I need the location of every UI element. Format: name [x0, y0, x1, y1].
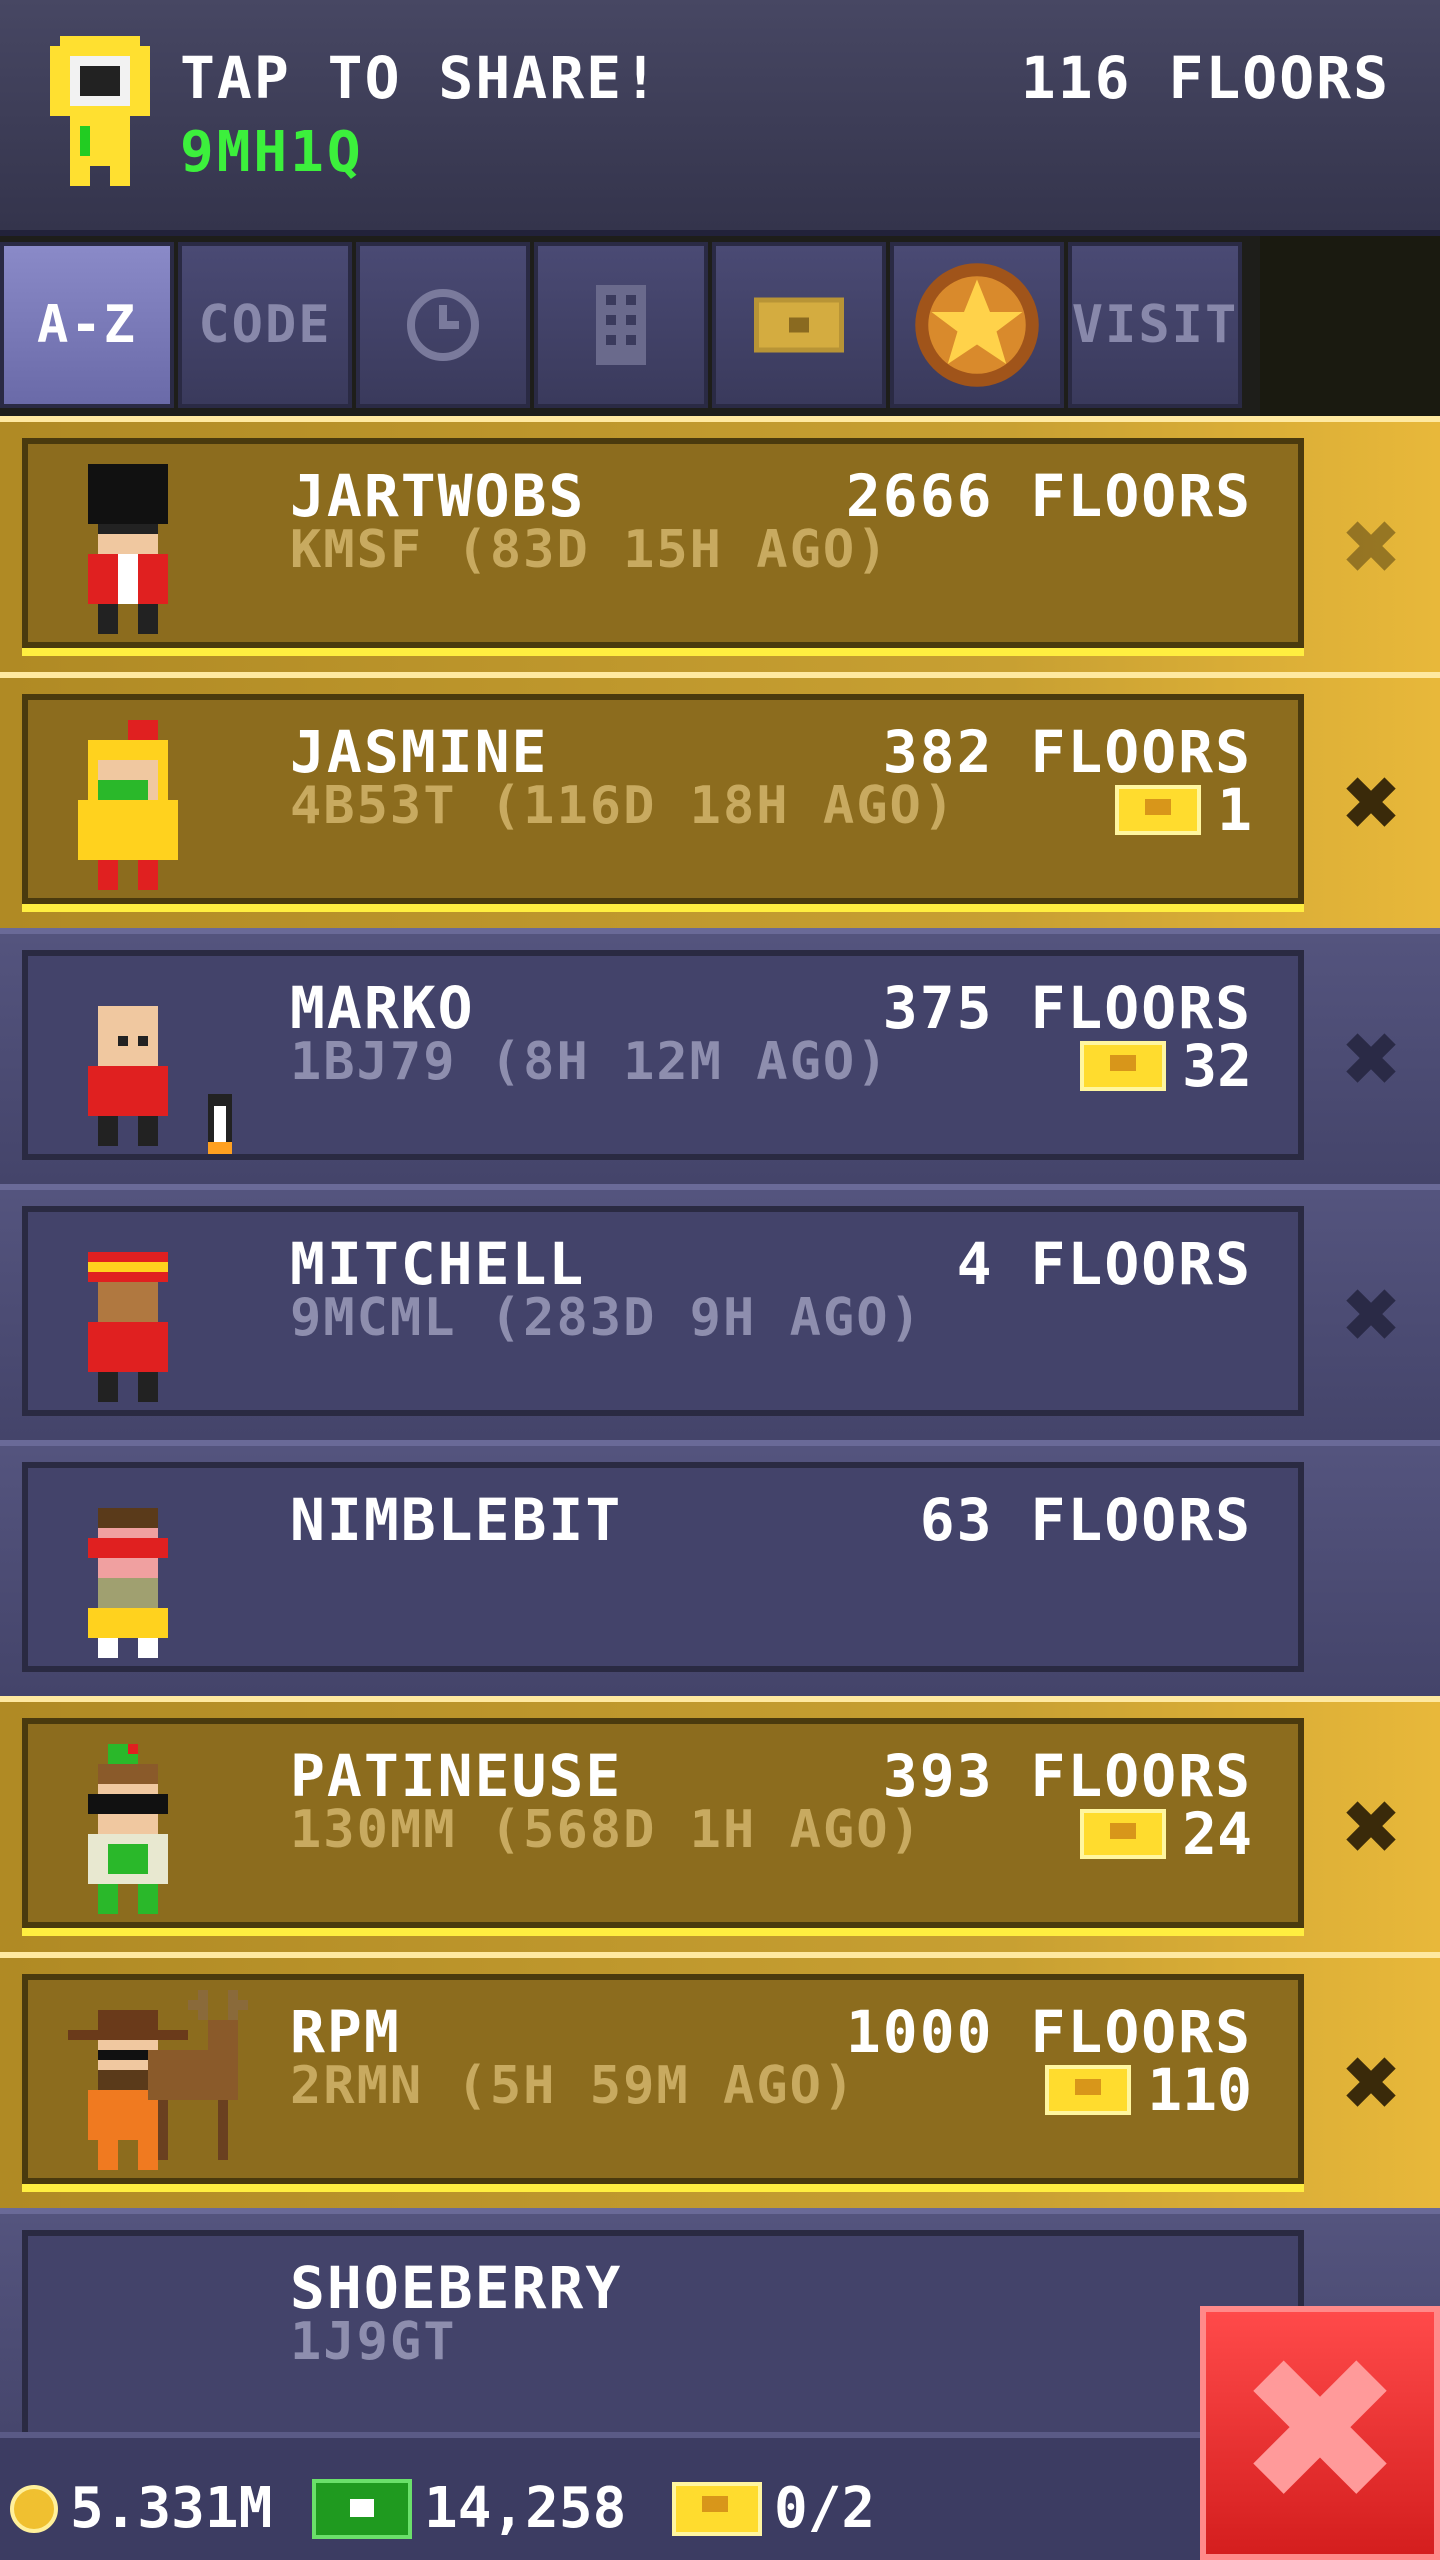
player-avatar-icon — [50, 36, 150, 186]
friend-card[interactable]: PATINEUSE 393 FLOORS 130MM (568D 1H AGO)… — [22, 1718, 1304, 1928]
bux-display: 14,258 — [312, 2476, 626, 2541]
tab-visit[interactable]: VISIT — [1068, 242, 1242, 408]
friend-tickets: 1 — [1115, 776, 1252, 844]
tab-bar-empty-area — [1260, 236, 1440, 416]
ticket-icon — [672, 2481, 762, 2536]
tab-visit-label: VISIT — [1071, 295, 1239, 355]
glasses-avatar-icon — [88, 1508, 168, 1658]
friend-card[interactable]: NIMBLEBIT 63 FLOORS — [22, 1462, 1304, 1672]
remove-friend-button[interactable]: ✖ — [1340, 511, 1402, 585]
tickets-display: 0/2 — [672, 2476, 875, 2541]
friend-row[interactable]: MARKO 375 FLOORS 1BJ79 (8H 12M AGO) 32 ✖ — [0, 928, 1440, 1184]
remove-friend-button[interactable]: ✖ — [1340, 2047, 1402, 2121]
friend-card[interactable]: RPM 1000 FLOORS 2RMN (5H 59M AGO) 110 — [22, 1974, 1304, 2184]
friend-tickets: 32 — [1080, 1032, 1252, 1100]
building-icon — [596, 285, 646, 365]
friend-floors: 4 FLOORS — [956, 1230, 1252, 1298]
clock-icon — [407, 289, 479, 361]
tab-a-z-label: A-Z — [37, 295, 137, 355]
friend-card[interactable]: JARTWOBS 2666 FLOORS KMSF (83D 15H AGO) — [22, 438, 1304, 648]
bux-icon — [312, 2478, 412, 2539]
friend-floors: 63 FLOORS — [919, 1486, 1252, 1554]
coin-icon — [10, 2484, 58, 2533]
friend-row[interactable]: JASMINE 382 FLOORS 4B53T (116D 18H AGO) … — [0, 672, 1440, 928]
friend-row[interactable]: RPM 1000 FLOORS 2RMN (5H 59M AGO) 110 ✖ — [0, 1952, 1440, 2208]
friend-floors: 2666 FLOORS — [845, 462, 1252, 530]
ticket-count: 110 — [1147, 2056, 1252, 2124]
friend-card[interactable]: MARKO 375 FLOORS 1BJ79 (8H 12M AGO) 32 — [22, 950, 1304, 1160]
elf-avatar-icon — [88, 1744, 168, 1914]
ticket-count: 32 — [1182, 1032, 1252, 1100]
tab-medals[interactable] — [890, 242, 1064, 408]
share-header[interactable]: TAP TO SHARE! 9MH1Q 116 FLOORS — [0, 0, 1440, 236]
ticket-icon — [1115, 785, 1202, 835]
friend-name: NIMBLEBIT — [290, 1486, 623, 1554]
friend-row[interactable]: MITCHELL 4 FLOORS 9MCML (283D 9H AGO) ✖ — [0, 1184, 1440, 1440]
tap-to-share-label[interactable]: TAP TO SHARE! — [180, 44, 660, 112]
bux-value: 14,258 — [424, 2476, 627, 2541]
tab-recent[interactable] — [356, 242, 530, 408]
friend-code: KMSF (83D 15H AGO) — [290, 520, 890, 580]
sort-tab-bar: A-Z CODE VISIT — [0, 236, 1440, 416]
friend-code: 1BJ79 (8H 12M AGO) — [290, 1032, 890, 1092]
friend-row[interactable]: NIMBLEBIT 63 FLOORS — [0, 1440, 1440, 1696]
ticket-icon — [1080, 1809, 1167, 1859]
remove-friend-button[interactable]: ✖ — [1340, 767, 1402, 841]
tickets-value: 0/2 — [774, 2476, 876, 2541]
remove-friend-button[interactable]: ✖ — [1340, 1791, 1402, 1865]
coins-display: 5.331M — [10, 2476, 272, 2541]
tab-code-label: CODE — [198, 295, 332, 355]
tab-floors[interactable] — [534, 242, 708, 408]
ticket-count: 24 — [1182, 1800, 1252, 1868]
coins-value: 5.331M — [70, 2476, 273, 2541]
friend-row[interactable]: JARTWOBS 2666 FLOORS KMSF (83D 15H AGO) … — [0, 416, 1440, 672]
bellhop-avatar-icon — [88, 1252, 168, 1402]
ticket-icon — [754, 297, 844, 353]
remove-friend-button[interactable]: ✖ — [1340, 1023, 1402, 1097]
friend-card[interactable]: SHOEBERRY 1J9GT — [22, 2230, 1304, 2440]
friend-tickets: 24 — [1080, 1800, 1252, 1868]
bald-avatar-icon — [88, 1006, 168, 1146]
player-floors: 116 FLOORS — [1020, 44, 1390, 112]
star-medal-icon — [915, 263, 1039, 387]
friend-code: 1J9GT — [290, 2312, 457, 2372]
friend-card[interactable]: JASMINE 382 FLOORS 4B53T (116D 18H AGO) … — [22, 694, 1304, 904]
friend-code: 9MCML (283D 9H AGO) — [290, 1288, 923, 1348]
close-button[interactable]: ✖ — [1200, 2306, 1440, 2560]
friend-card[interactable]: MITCHELL 4 FLOORS 9MCML (283D 9H AGO) — [22, 1206, 1304, 1416]
remove-friend-button[interactable]: ✖ — [1340, 1279, 1402, 1353]
ticket-count: 1 — [1217, 776, 1252, 844]
deer-pet-icon — [148, 1990, 248, 2160]
player-code: 9MH1Q — [180, 120, 364, 185]
penguin-pet-icon — [208, 1094, 232, 1154]
friend-tickets: 110 — [1045, 2056, 1252, 2124]
friend-code: 4B53T (116D 18H AGO) — [290, 776, 957, 836]
tab-a-z[interactable]: A-Z — [0, 242, 174, 408]
friend-row[interactable]: PATINEUSE 393 FLOORS 130MM (568D 1H AGO)… — [0, 1696, 1440, 1952]
ticket-icon — [1080, 1041, 1167, 1091]
friend-code: 130MM (568D 1H AGO) — [290, 1800, 923, 1860]
friend-code: 2RMN (5H 59M AGO) — [290, 2056, 857, 2116]
ticket-icon — [1045, 2065, 1132, 2115]
tab-tickets[interactable] — [712, 242, 886, 408]
guard-avatar-icon — [88, 464, 168, 634]
chicken-costume-avatar-icon — [78, 720, 178, 890]
tab-code[interactable]: CODE — [178, 242, 352, 408]
